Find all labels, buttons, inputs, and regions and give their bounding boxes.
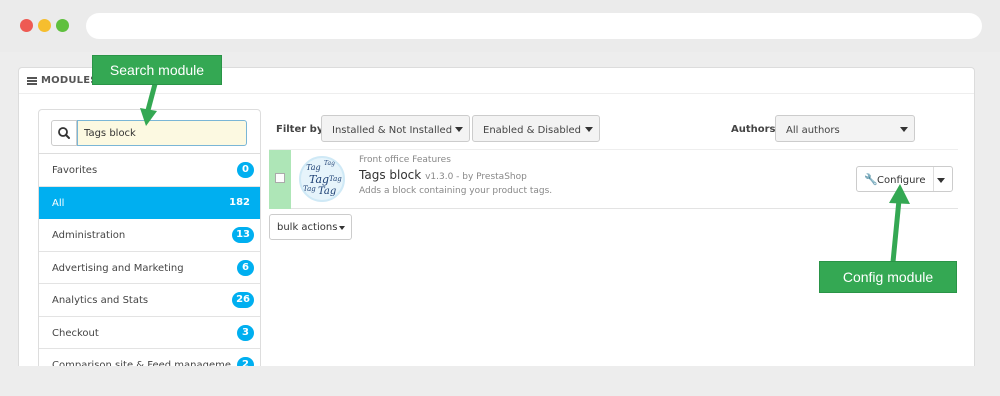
search-module-callout: Search module bbox=[92, 55, 222, 85]
category-item-checkout[interactable]: Checkout 3 bbox=[39, 317, 260, 349]
page-background bbox=[0, 366, 1000, 396]
installed-status-bar bbox=[269, 150, 291, 209]
category-sidebar: Favorites 0 All 182 Administration 13 Adver… bbox=[38, 109, 261, 369]
chevron-down-icon bbox=[585, 127, 593, 132]
category-count-badge: 6 bbox=[237, 259, 254, 276]
address-bar[interactable] bbox=[86, 13, 982, 39]
install-status-select[interactable]: Installed & Not Installed bbox=[321, 115, 470, 142]
authors-select[interactable]: All authors bbox=[775, 115, 915, 142]
module-search bbox=[39, 110, 260, 154]
filter-by-label: Filter by bbox=[276, 124, 324, 135]
category-label: Favorites bbox=[52, 165, 98, 176]
select-value: Enabled & Disabled bbox=[483, 125, 582, 136]
search-button[interactable] bbox=[51, 120, 77, 146]
category-item-administration[interactable]: Administration 13 bbox=[39, 219, 260, 252]
category-count-badge: 13 bbox=[232, 227, 254, 243]
select-value: All authors bbox=[786, 125, 840, 136]
module-description: Adds a block containing your product tag… bbox=[359, 186, 553, 196]
bulk-actions-label: bulk actions bbox=[277, 222, 338, 233]
module-name-text: Tags block bbox=[359, 168, 422, 182]
maximize-window-dot[interactable] bbox=[56, 19, 69, 32]
configure-label: Configure bbox=[877, 175, 926, 186]
search-icon bbox=[58, 127, 70, 139]
module-version: v1.3.0 - by PrestaShop bbox=[425, 172, 527, 182]
category-item-favorites[interactable]: Favorites 0 bbox=[39, 154, 260, 187]
close-window-dot[interactable] bbox=[20, 19, 33, 32]
list-icon bbox=[27, 77, 37, 85]
category-label: Advertising and Marketing bbox=[52, 262, 184, 274]
chevron-down-icon[interactable] bbox=[937, 178, 945, 183]
category-count-badge: 182 bbox=[229, 196, 250, 208]
filter-bar: Filter by Installed & Not Installed Enab… bbox=[269, 114, 959, 144]
category-count-badge: 3 bbox=[237, 324, 254, 341]
category-item-advertising[interactable]: Advertising and Marketing 6 bbox=[39, 252, 260, 284]
category-item-analytics[interactable]: Analytics and Stats 26 bbox=[39, 284, 260, 317]
category-label: All bbox=[52, 197, 65, 209]
button-divider bbox=[933, 167, 934, 191]
search-input[interactable] bbox=[77, 120, 247, 146]
category-count-badge: 0 bbox=[237, 162, 254, 178]
category-item-all[interactable]: All 182 bbox=[39, 186, 260, 219]
category-label: Administration bbox=[52, 230, 126, 241]
config-module-callout: Config module bbox=[819, 261, 957, 293]
category-label: Checkout bbox=[52, 327, 99, 339]
category-list: Favorites 0 All 182 Administration 13 Adver… bbox=[39, 154, 260, 369]
chevron-down-icon bbox=[900, 127, 908, 132]
enabled-status-select[interactable]: Enabled & Disabled bbox=[472, 115, 600, 142]
category-count-badge: 26 bbox=[232, 292, 254, 308]
chevron-down-icon bbox=[339, 226, 345, 230]
module-checkbox[interactable] bbox=[275, 173, 285, 183]
minimize-window-dot[interactable] bbox=[38, 19, 51, 32]
authors-label: Authors bbox=[731, 124, 776, 135]
configure-button[interactable]: 🔧 Configure bbox=[856, 166, 953, 192]
browser-toolbar bbox=[0, 0, 1000, 52]
select-value: Installed & Not Installed bbox=[332, 125, 453, 136]
module-category: Front office Features bbox=[359, 155, 451, 165]
module-name: Tags block v1.3.0 - by PrestaShop bbox=[359, 168, 527, 182]
chevron-down-icon bbox=[455, 127, 463, 132]
modules-panel: MODULES L Favorites0 All182 Administrati… bbox=[18, 67, 975, 369]
wrench-icon: 🔧 bbox=[864, 173, 878, 186]
bulk-actions-button[interactable]: bulk actions bbox=[269, 214, 352, 240]
category-label: Analytics and Stats bbox=[52, 295, 149, 306]
tags-module-logo: Tag Tag Tag Tag Tag Tag bbox=[299, 156, 345, 202]
module-row: Tag Tag Tag Tag Tag Tag Front office Fea… bbox=[269, 149, 958, 209]
